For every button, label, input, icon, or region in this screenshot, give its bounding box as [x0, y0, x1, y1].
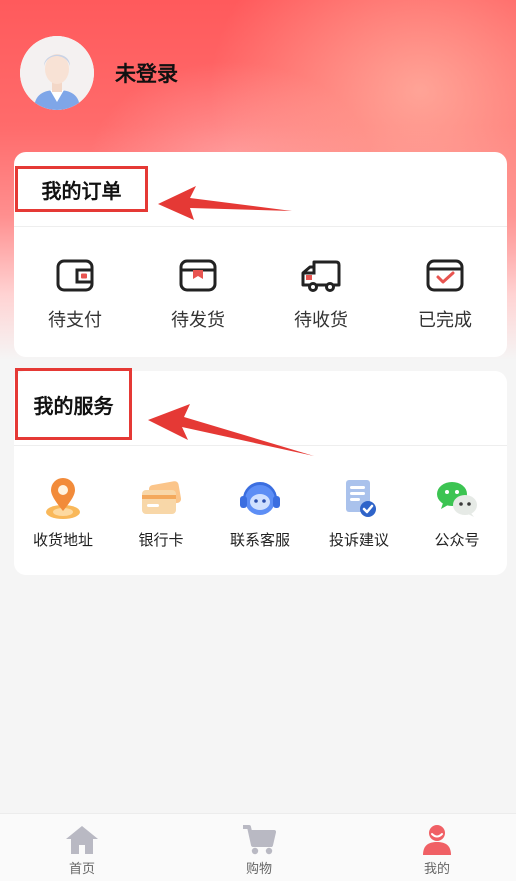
order-pending-receipt[interactable]: 待收货: [282, 258, 360, 332]
delivery-truck-icon: [301, 260, 341, 292]
complaint-document-icon: [346, 480, 376, 517]
profile-icon: [423, 825, 451, 855]
annotation-arrow-services: [148, 404, 314, 456]
tab-label: 我的: [423, 862, 450, 877]
location-pin-icon: [46, 478, 80, 519]
bottom-tab-bar: 首页 购物 我的: [0, 813, 516, 881]
order-completed[interactable]: 已完成: [406, 258, 484, 332]
orders-title: 我的订单: [41, 178, 122, 203]
shopping-cart-icon: [243, 825, 276, 855]
service-bank-card[interactable]: 银行卡: [120, 477, 202, 550]
orders-divider: [14, 226, 507, 227]
service-item-label: 银行卡: [138, 531, 184, 549]
service-item-label: 收货地址: [32, 531, 93, 549]
tab-label: 购物: [245, 862, 272, 877]
service-item-label: 联系客服: [229, 531, 290, 549]
orders-title-highlight: 我的订单: [15, 166, 148, 212]
services-title-highlight: 我的服务: [15, 368, 132, 440]
order-pending-payment[interactable]: 待支付: [36, 258, 114, 332]
order-item-label: 待发货: [171, 310, 225, 331]
order-item-label: 待收货: [294, 310, 348, 331]
wechat-icon: [437, 482, 477, 517]
home-icon: [66, 826, 98, 854]
service-official-account[interactable]: 公众号: [416, 477, 498, 550]
tab-label: 首页: [68, 862, 95, 877]
wallet-icon: [56, 259, 94, 292]
tab-home[interactable]: 首页: [32, 824, 132, 877]
annotation-arrow-orders: [158, 186, 292, 220]
service-address[interactable]: 收货地址: [22, 477, 104, 550]
completed-check-icon: [426, 259, 464, 292]
order-pending-shipment[interactable]: 待发货: [159, 258, 237, 332]
user-avatar-icon: [20, 36, 94, 110]
bank-card-icon: [142, 481, 182, 514]
login-status-text[interactable]: 未登录: [115, 58, 178, 88]
service-item-label: 公众号: [434, 531, 480, 549]
avatar[interactable]: [20, 36, 94, 110]
tab-profile[interactable]: 我的: [387, 824, 487, 877]
tab-shopping[interactable]: 购物: [209, 824, 309, 877]
services-title: 我的服务: [33, 393, 114, 418]
order-item-label: 已完成: [418, 310, 472, 331]
order-item-label: 待支付: [48, 310, 102, 331]
service-complaint[interactable]: 投诉建议: [318, 477, 400, 550]
service-customer-support[interactable]: 联系客服: [219, 477, 301, 550]
package-box-icon: [179, 259, 217, 292]
service-item-label: 投诉建议: [328, 531, 389, 549]
customer-service-icon: [240, 482, 280, 515]
